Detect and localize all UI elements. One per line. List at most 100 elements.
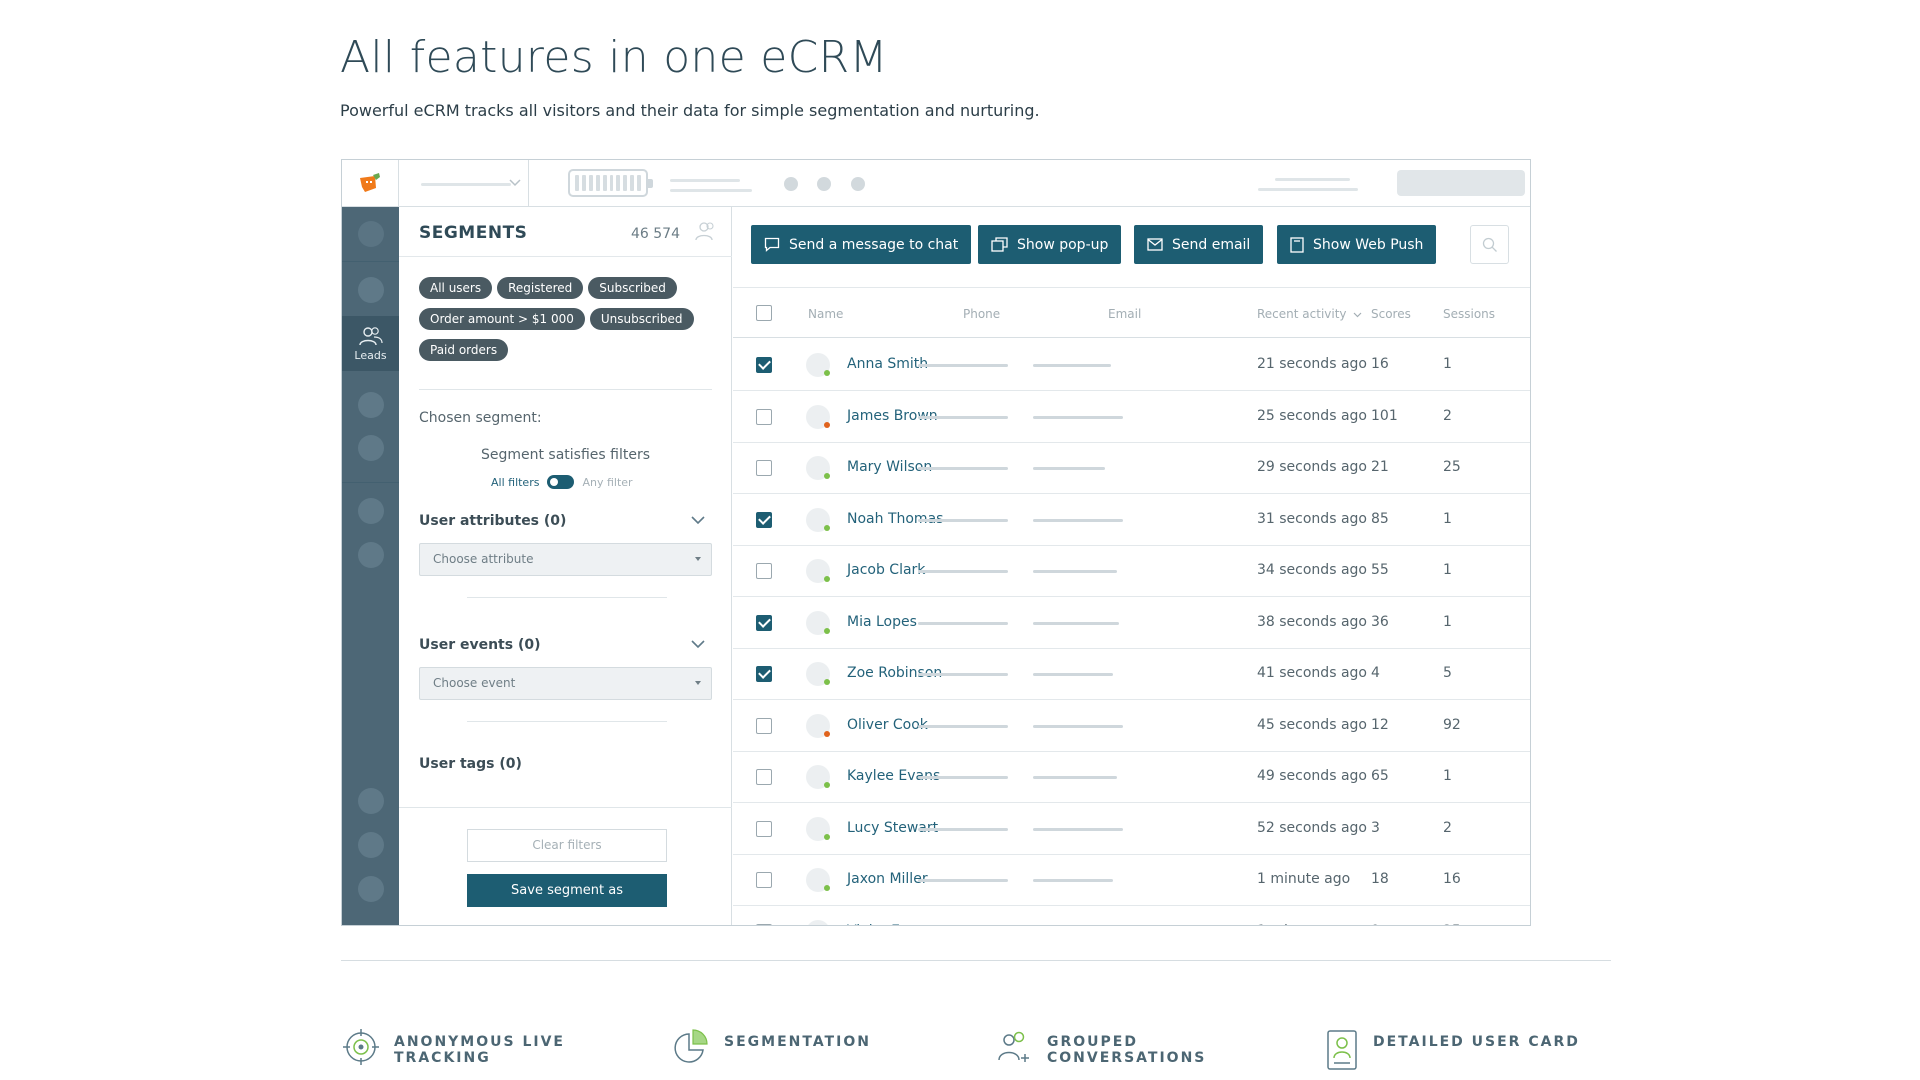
all-filters-label[interactable]: All filters bbox=[491, 476, 539, 489]
avatar[interactable] bbox=[806, 353, 830, 377]
recent-activity: 1 minute ago bbox=[1257, 871, 1351, 887]
avatar[interactable] bbox=[806, 610, 830, 635]
email-placeholder bbox=[1033, 364, 1111, 367]
avatar[interactable] bbox=[806, 816, 830, 841]
table-row[interactable]: James Brown 25 seconds ago 101 2 bbox=[733, 391, 1530, 443]
lead-name[interactable]: Jaxon Miller bbox=[847, 871, 928, 887]
rail-nav-item[interactable] bbox=[358, 542, 384, 568]
rail-nav-item[interactable] bbox=[358, 392, 384, 418]
segment-chip[interactable]: Subscribed bbox=[588, 277, 677, 299]
column-phone[interactable]: Phone bbox=[963, 307, 1000, 321]
lead-name[interactable]: Anna Smith bbox=[847, 356, 928, 372]
feature-anonymous-tracking[interactable]: ANONYMOUS LIVE TRACKING bbox=[342, 1028, 565, 1066]
table-row[interactable]: Zoe Robinson 41 seconds ago 4 5 bbox=[733, 648, 1530, 700]
avatar[interactable] bbox=[806, 559, 830, 583]
score: 9 bbox=[1371, 923, 1380, 926]
row-checkbox[interactable] bbox=[756, 357, 772, 373]
chevron-down-icon[interactable] bbox=[691, 513, 705, 527]
rail-nav-item[interactable] bbox=[358, 221, 384, 247]
avatar[interactable] bbox=[806, 765, 830, 789]
table-row[interactable]: Kaylee Evans 49 seconds ago 65 1 bbox=[733, 751, 1530, 803]
avatar[interactable] bbox=[806, 662, 830, 686]
segment-chip[interactable]: Registered bbox=[497, 277, 584, 299]
table-row[interactable]: Jaxon Miller 1 minute ago 18 16 bbox=[733, 854, 1530, 906]
feature-detailed-user-card[interactable]: DETAILED USER CARD bbox=[1325, 1028, 1580, 1072]
feature-segmentation[interactable]: SEGMENTATION bbox=[672, 1028, 871, 1066]
save-segment-button[interactable]: Save segment as bbox=[467, 874, 667, 907]
status-dot bbox=[824, 576, 830, 582]
rail-nav-item[interactable] bbox=[358, 876, 384, 902]
lead-name[interactable]: Mia Lopes bbox=[847, 614, 917, 630]
row-checkbox[interactable] bbox=[756, 820, 772, 837]
table-row[interactable]: Anna Smith 21 seconds ago 16 1 bbox=[733, 339, 1530, 391]
row-checkbox[interactable] bbox=[756, 769, 772, 785]
page-title: All features in one eCRM bbox=[340, 32, 888, 83]
row-checkbox[interactable] bbox=[756, 460, 772, 476]
table-row[interactable]: Lucy Stewart 52 seconds ago 3 2 bbox=[733, 803, 1530, 855]
column-name[interactable]: Name bbox=[808, 307, 843, 321]
row-checkbox[interactable] bbox=[756, 511, 772, 528]
table-row[interactable]: Mary Wilson 29 seconds ago 21 25 bbox=[733, 442, 1530, 494]
table-row[interactable]: Noah Thomas 31 seconds ago 85 1 bbox=[733, 494, 1530, 546]
send-chat-message-button[interactable]: Send a message to chat bbox=[751, 225, 972, 264]
column-recent-activity[interactable]: Recent activity bbox=[1257, 307, 1362, 321]
user-events-label[interactable]: User events (0) bbox=[419, 637, 541, 653]
column-sessions[interactable]: Sessions bbox=[1443, 307, 1495, 321]
segment-chip[interactable]: Paid orders bbox=[419, 339, 509, 361]
rail-nav-item[interactable] bbox=[358, 277, 384, 303]
rail-nav-item[interactable] bbox=[358, 788, 384, 814]
user-attributes-label[interactable]: User attributes (0) bbox=[419, 513, 566, 529]
lead-name[interactable]: Jacob Clark bbox=[847, 562, 925, 578]
logo[interactable] bbox=[342, 160, 399, 207]
row-checkbox[interactable] bbox=[756, 872, 772, 888]
project-dropdown[interactable] bbox=[399, 160, 529, 207]
lead-name[interactable]: Oliver Cook bbox=[847, 717, 928, 733]
show-web-push-button[interactable]: Show Web Push bbox=[1277, 225, 1437, 264]
avatar[interactable] bbox=[806, 713, 830, 738]
show-popup-button[interactable]: Show pop-up bbox=[978, 225, 1122, 264]
table-row[interactable]: Mia Lopes 38 seconds ago 36 1 bbox=[733, 597, 1530, 649]
avatar[interactable] bbox=[806, 868, 830, 892]
user-tags-label[interactable]: User tags (0) bbox=[419, 756, 522, 772]
column-email[interactable]: Email bbox=[1108, 307, 1141, 321]
row-checkbox[interactable] bbox=[756, 666, 772, 682]
lead-name[interactable]: Violet Evans bbox=[847, 923, 933, 926]
avatar[interactable] bbox=[806, 507, 830, 532]
any-filter-label[interactable]: Any filter bbox=[582, 476, 632, 489]
filter-toggle-switch[interactable] bbox=[547, 475, 575, 489]
email-placeholder bbox=[1033, 673, 1113, 676]
account-button[interactable] bbox=[1397, 170, 1525, 196]
select-all-checkbox[interactable] bbox=[756, 305, 772, 321]
filter-mode-toggle[interactable]: All filters Any filter bbox=[491, 475, 633, 489]
avatar[interactable] bbox=[806, 456, 830, 480]
rail-item-leads[interactable]: Leads bbox=[342, 316, 399, 371]
segment-chip[interactable]: All users bbox=[419, 277, 493, 299]
clear-filters-button[interactable]: Clear filters bbox=[467, 829, 667, 862]
recent-activity: 31 seconds ago bbox=[1257, 510, 1367, 527]
event-select[interactable]: Choose event bbox=[419, 667, 712, 700]
table-row[interactable]: Jacob Clark 34 seconds ago 55 1 bbox=[733, 545, 1530, 597]
table-row[interactable]: Oliver Cook 45 seconds ago 12 92 bbox=[733, 700, 1530, 752]
row-checkbox[interactable] bbox=[756, 614, 772, 631]
rail-nav-item[interactable] bbox=[358, 498, 384, 524]
row-checkbox[interactable] bbox=[756, 408, 772, 425]
attribute-select[interactable]: Choose attribute bbox=[419, 543, 712, 576]
avatar[interactable] bbox=[806, 919, 830, 925]
divider bbox=[399, 807, 732, 808]
row-checkbox[interactable] bbox=[756, 563, 772, 579]
row-checkbox[interactable] bbox=[756, 717, 772, 734]
segment-chip[interactable]: Order amount > $1 000 bbox=[419, 308, 585, 330]
send-email-button[interactable]: Send email bbox=[1134, 225, 1264, 264]
column-scores[interactable]: Scores bbox=[1371, 307, 1411, 321]
email-placeholder bbox=[1033, 879, 1113, 882]
avatar[interactable] bbox=[806, 404, 830, 429]
segment-chip[interactable]: Unsubscribed bbox=[589, 308, 694, 330]
table-row[interactable]: Violet Evans 1 minute ago 9 25 bbox=[733, 906, 1530, 926]
chevron-down-icon[interactable] bbox=[691, 637, 705, 651]
row-checkbox[interactable] bbox=[756, 923, 772, 925]
search-button[interactable] bbox=[1470, 225, 1509, 264]
rail-nav-item[interactable] bbox=[358, 832, 384, 858]
email-placeholder bbox=[1033, 724, 1123, 728]
feature-grouped-conversations[interactable]: GROUPED CONVERSATIONS bbox=[995, 1028, 1206, 1066]
rail-nav-item[interactable] bbox=[358, 435, 384, 461]
